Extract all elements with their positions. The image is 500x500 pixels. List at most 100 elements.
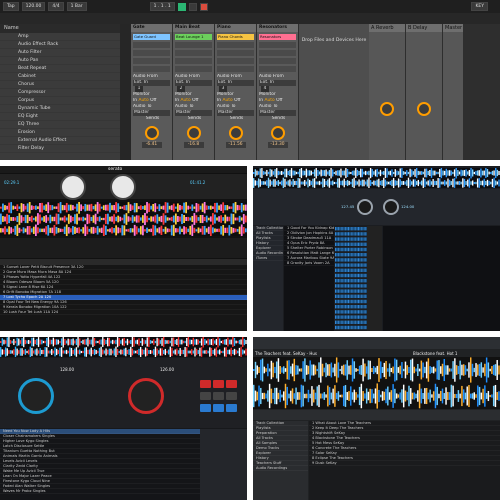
performance-pad[interactable] [200, 380, 211, 388]
performance-pad[interactable] [226, 392, 237, 400]
key-button[interactable]: KEY [471, 2, 488, 11]
sends-knob[interactable] [228, 126, 243, 140]
performance-pad[interactable] [200, 404, 211, 412]
empty-clip-slot[interactable] [217, 42, 254, 48]
browser-item[interactable]: Erosion [0, 129, 120, 137]
browser-item[interactable]: Auto Filter [0, 49, 120, 57]
empty-clip-slot[interactable] [259, 58, 296, 64]
sends-knob[interactable] [186, 126, 201, 140]
empty-clip-slot[interactable] [217, 58, 254, 64]
empty-clip-slot[interactable] [133, 58, 170, 64]
browser-item[interactable]: Audio Effect Rack [0, 41, 120, 49]
empty-clip-slot[interactable] [217, 50, 254, 56]
browser-item[interactable]: Corpus [0, 97, 120, 105]
monitor-off[interactable]: Off [150, 98, 156, 103]
browser-item[interactable]: Amp [0, 33, 120, 41]
browser-scrollbar[interactable] [120, 24, 131, 160]
clip-slot[interactable]: Gate Guard [133, 34, 170, 40]
tree-item[interactable]: Audio Recordings [253, 466, 308, 471]
performance-pad[interactable] [213, 380, 224, 388]
return-track-a[interactable]: A Reverb [369, 24, 405, 160]
browser-item[interactable]: Dynamic Tube [0, 105, 120, 113]
empty-clip-slot[interactable] [217, 66, 254, 72]
monitor-auto[interactable]: Auto [222, 98, 234, 103]
empty-clip-slot[interactable] [259, 50, 296, 56]
empty-clip-slot[interactable] [133, 42, 170, 48]
track-name[interactable]: Piano [215, 24, 256, 32]
deck2-platter[interactable] [110, 174, 136, 200]
clip-slot[interactable]: Beat Lounge 1 [175, 34, 212, 40]
time-signature[interactable]: 4/4 [48, 2, 64, 11]
volume-readout[interactable]: -13.30 [267, 142, 288, 148]
performance-pad[interactable] [213, 404, 224, 412]
empty-clip-slot[interactable] [259, 66, 296, 72]
track-2[interactable]: Main Beat Beat Lounge 1 Audio From Ext. In 2… [173, 24, 214, 160]
clip-slot[interactable]: Piano Chords [217, 34, 254, 40]
empty-clip-slot[interactable] [133, 66, 170, 72]
table-row[interactable]: 8 Gravity Joris Voorn 2A [284, 261, 334, 266]
performance-pad[interactable] [226, 380, 237, 388]
record-icon[interactable] [199, 2, 208, 11]
table-row[interactable]: 9 Dusk SeKay [309, 461, 500, 466]
position-field[interactable]: 1 . 1 . 1 [149, 2, 175, 11]
track-4[interactable]: Resonators Resonators Audio From Ext. In 4 Mo… [257, 24, 298, 160]
empty-clip-slot[interactable] [175, 58, 212, 64]
track-name[interactable]: Main Beat [173, 24, 214, 32]
traktor-overview-waveform[interactable] [253, 168, 500, 188]
track-3[interactable]: Piano Piano Chords Audio From Ext. In 3 Monit… [215, 24, 256, 160]
deck1-platter[interactable] [60, 174, 86, 200]
play-icon[interactable] [177, 2, 186, 11]
track-name[interactable]: Gate [131, 24, 172, 32]
empty-clip-slot[interactable] [259, 42, 296, 48]
stop-icon[interactable] [188, 2, 197, 11]
table-row[interactable]: 10 Lush Four Tet Lush 11A 124 [0, 310, 247, 315]
track-1[interactable]: Gate Gate Guard Audio From Ext. In 1 Monitor I… [131, 24, 172, 160]
deck1-jogwheel[interactable] [18, 378, 54, 414]
browser-item[interactable]: Beat Repeat [0, 65, 120, 73]
track-name[interactable]: Resonators [257, 24, 298, 32]
clip-slot[interactable]: Resonators [259, 34, 296, 40]
table-row[interactable]: Waves Mr Probz Singles [0, 489, 200, 494]
volume-readout[interactable]: -11.56 [225, 142, 246, 148]
quantize-select[interactable]: 1 Bar [66, 2, 87, 11]
performance-pad[interactable] [226, 404, 237, 412]
deck-b-jog[interactable] [383, 199, 399, 215]
browser-item[interactable]: EQ Three [0, 121, 120, 129]
monitor-off[interactable]: Off [192, 98, 198, 103]
serato-waveforms[interactable] [0, 202, 247, 236]
performance-pad[interactable] [200, 392, 211, 400]
drop-zone[interactable]: Drop Files and Devices Here [299, 24, 369, 160]
monitor-auto[interactable]: Auto [138, 98, 150, 103]
deck-a-jog[interactable] [357, 199, 373, 215]
tap-button[interactable]: Tap [3, 2, 19, 11]
sends-knob[interactable] [144, 126, 159, 140]
browser-item[interactable]: Auto Pan [0, 57, 120, 65]
browser-item[interactable]: Chorus [0, 81, 120, 89]
monitor-auto[interactable]: Auto [180, 98, 192, 103]
sends-knob[interactable] [417, 102, 431, 116]
tree-item[interactable]: iTunes [253, 256, 283, 261]
empty-clip-slot[interactable] [175, 42, 212, 48]
monitor-off[interactable]: Off [276, 98, 282, 103]
browser-item[interactable]: External Audio Effect [0, 137, 120, 145]
traktor2-waveforms[interactable] [253, 357, 500, 409]
empty-clip-slot[interactable] [175, 50, 212, 56]
performance-pad[interactable] [213, 392, 224, 400]
browser-item[interactable]: Filter Delay [0, 145, 120, 153]
vdj-waveforms[interactable] [0, 337, 247, 357]
master-track[interactable]: Master [443, 24, 463, 160]
browser-item[interactable]: Cabinet [0, 73, 120, 81]
empty-clip-slot[interactable] [133, 50, 170, 56]
monitor-auto[interactable]: Auto [264, 98, 276, 103]
sends-knob[interactable] [270, 126, 285, 140]
sends-knob[interactable] [380, 102, 394, 116]
browser-item[interactable]: EQ Eight [0, 113, 120, 121]
volume-readout[interactable]: -16.8 [183, 142, 204, 148]
tempo-field[interactable]: 120.00 [21, 2, 46, 11]
deck2-jogwheel[interactable] [128, 378, 164, 414]
browser-item[interactable]: Compressor [0, 89, 120, 97]
return-track-b[interactable]: B Delay [406, 24, 442, 160]
monitor-off[interactable]: Off [234, 98, 240, 103]
empty-clip-slot[interactable] [175, 66, 212, 72]
volume-readout[interactable]: -6.41 [141, 142, 162, 148]
